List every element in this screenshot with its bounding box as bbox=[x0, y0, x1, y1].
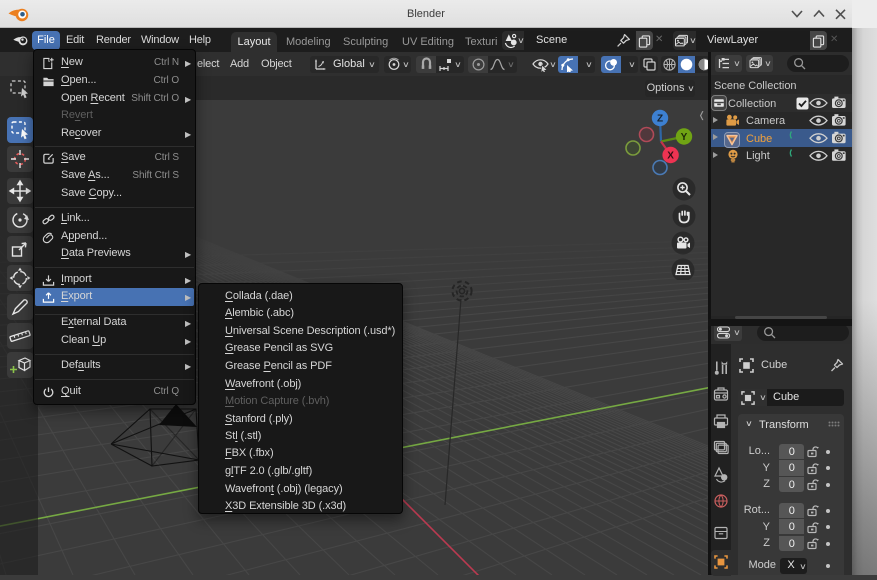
svg-text:X: X bbox=[667, 151, 674, 162]
svg-text:Y: Y bbox=[681, 132, 688, 143]
svg-text:Z: Z bbox=[657, 114, 663, 125]
